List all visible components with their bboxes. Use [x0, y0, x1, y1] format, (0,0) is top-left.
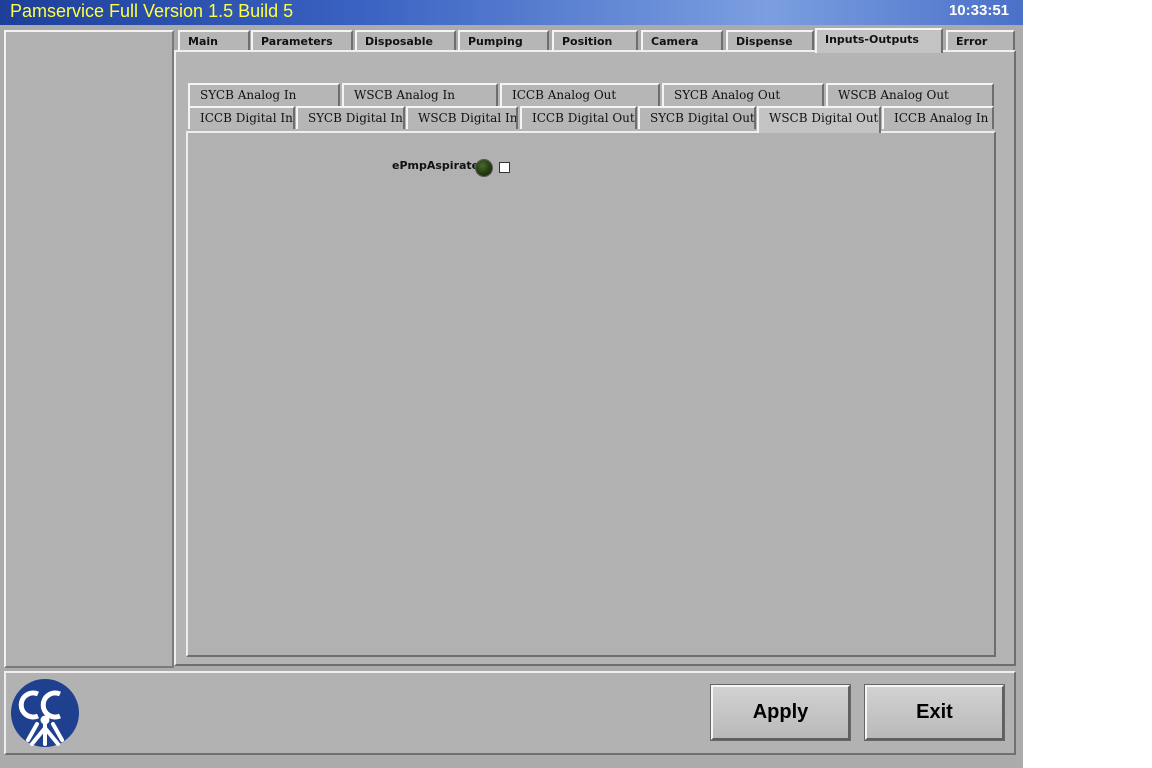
epmpaspirate-checkbox[interactable]	[499, 162, 510, 173]
application-window: Pamservice Full Version 1.5 Build 5 10:3…	[0, 0, 1023, 768]
window-title: Pamservice Full Version 1.5 Build 5	[10, 1, 294, 21]
wscb-digital-out-panel	[186, 131, 996, 657]
led-indicator-icon	[476, 160, 492, 176]
tab-inputs-outputs[interactable]: Inputs-Outputs	[815, 28, 943, 53]
subtab-iccb-digital-in[interactable]: ICCB Digital In	[188, 106, 295, 129]
subtab-wscb-analog-in[interactable]: WSCB Analog In	[342, 83, 498, 106]
tab-parameters[interactable]: Parameters	[251, 30, 353, 52]
exit-button[interactable]: Exit	[864, 684, 1005, 741]
subtab-wscb-analog-out[interactable]: WSCB Analog Out	[826, 83, 994, 106]
tab-disposable[interactable]: Disposable	[355, 30, 456, 52]
side-panel	[4, 30, 174, 668]
subtab-sycb-analog-in[interactable]: SYCB Analog In	[188, 83, 340, 106]
subtab-sycb-analog-out[interactable]: SYCB Analog Out	[662, 83, 824, 106]
subtab-iccb-analog-in[interactable]: ICCB Analog In	[882, 106, 994, 129]
subtab-wscb-digital-in[interactable]: WSCB Digital In	[406, 106, 518, 129]
subtab-wscb-digital-out[interactable]: WSCB Digital Out	[757, 106, 881, 133]
tab-position[interactable]: Position	[552, 30, 638, 52]
tab-main[interactable]: Main	[178, 30, 250, 52]
tab-pumping[interactable]: Pumping	[458, 30, 549, 52]
subtab-sycb-digital-in[interactable]: SYCB Digital In	[296, 106, 405, 129]
tab-camera[interactable]: Camera	[641, 30, 723, 52]
io-label-epmpaspirate: ePmpAspirate	[392, 159, 480, 172]
subtab-iccb-digital-out[interactable]: ICCB Digital Out	[520, 106, 637, 129]
clock: 10:33:51	[948, 2, 1009, 19]
subtab-iccb-analog-out[interactable]: ICCB Analog Out	[500, 83, 660, 106]
apply-button[interactable]: Apply	[710, 684, 851, 741]
tab-dispense[interactable]: Dispense	[726, 30, 814, 52]
title-bar: Pamservice Full Version 1.5 Build 5 10:3…	[0, 0, 1023, 25]
tab-error[interactable]: Error	[946, 30, 1015, 52]
company-logo-icon	[11, 679, 79, 747]
subtab-sycb-digital-out[interactable]: SYCB Digital Out	[638, 106, 756, 129]
